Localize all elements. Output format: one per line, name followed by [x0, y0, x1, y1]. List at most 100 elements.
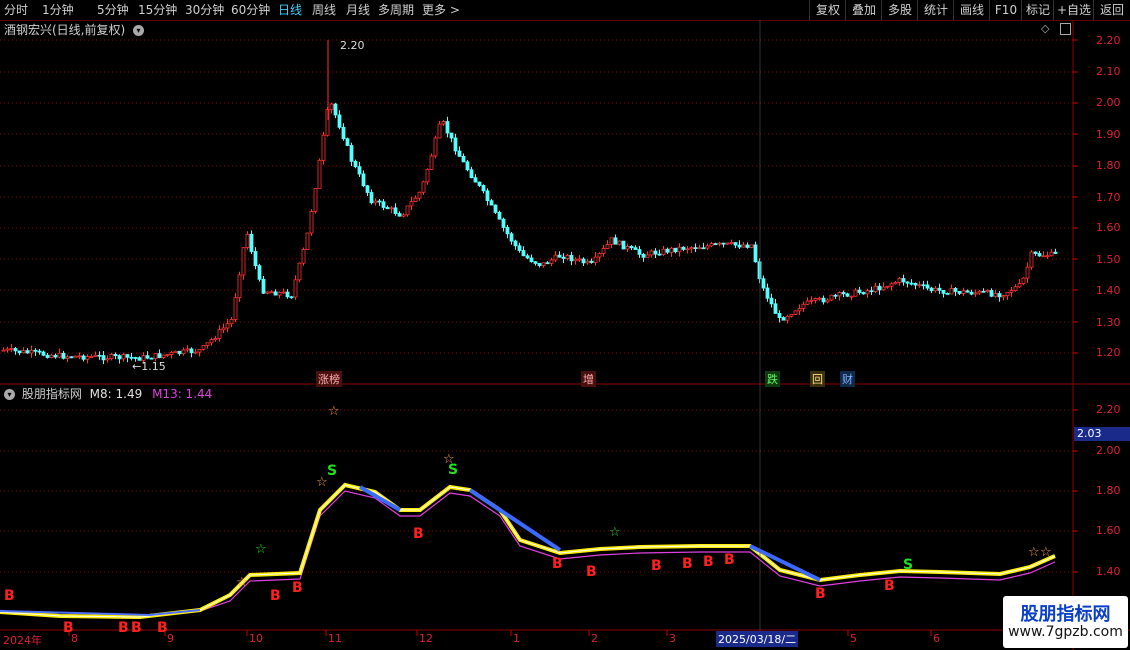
- runner-icon: ☆: [236, 575, 248, 590]
- sell-signal: S: [903, 557, 914, 573]
- candle-body: [265, 291, 270, 294]
- candle-body: [1041, 255, 1046, 258]
- candle-body: [785, 315, 790, 321]
- x-tick: 6: [933, 632, 940, 645]
- candle-body: [429, 155, 434, 170]
- candle-body: [453, 137, 458, 152]
- candle-body: [961, 290, 966, 294]
- candle-body: [289, 296, 294, 299]
- candle-body: [1049, 251, 1054, 257]
- candle-body: [641, 253, 646, 258]
- candle-body: [773, 303, 778, 314]
- candle-body: [613, 237, 618, 245]
- event-marker[interactable]: 增: [581, 371, 596, 387]
- candle-body: [733, 242, 738, 246]
- candle-body: [9, 348, 14, 350]
- candle-body: [169, 351, 174, 355]
- candle-body: [689, 247, 694, 250]
- event-marker[interactable]: 涨榜: [316, 371, 342, 387]
- candle-body: [909, 282, 914, 285]
- candle-body: [725, 242, 730, 245]
- candle-body: [577, 258, 582, 261]
- candle-body: [277, 291, 282, 296]
- candle-body: [121, 354, 126, 360]
- candle-body: [565, 254, 570, 259]
- candle-body: [477, 181, 482, 186]
- candle-body: [233, 297, 238, 320]
- candle-body: [249, 233, 254, 252]
- x-tick: 8: [71, 632, 78, 645]
- candle-body: [201, 345, 206, 350]
- event-marker[interactable]: 回: [810, 371, 825, 387]
- candle-body: [185, 348, 190, 351]
- candle-body: [353, 160, 358, 168]
- candle-body: [717, 242, 722, 245]
- candle-body: [1025, 266, 1030, 279]
- candle-body: [1017, 283, 1022, 288]
- candle-body: [81, 355, 86, 360]
- candle-body: [645, 254, 650, 258]
- candle-body: [509, 233, 514, 242]
- candle-body: [1053, 251, 1058, 254]
- candle-body: [649, 250, 654, 256]
- candle-body: [553, 254, 558, 261]
- candle-body: [377, 200, 382, 203]
- candle-body: [317, 159, 322, 189]
- candle-body: [269, 291, 274, 294]
- candle-body: [941, 289, 946, 294]
- candle-body: [465, 161, 470, 171]
- candle-body: [833, 294, 838, 297]
- candle-body: [729, 242, 734, 244]
- candle-body: [925, 284, 930, 289]
- event-marker[interactable]: 跌: [765, 371, 780, 387]
- candle-body: [953, 288, 958, 292]
- candle-body: [213, 338, 218, 341]
- event-marker[interactable]: 财: [840, 371, 855, 387]
- candle-body: [929, 287, 934, 292]
- candle-body: [589, 260, 594, 263]
- candle-body: [789, 313, 794, 317]
- candle-body: [817, 297, 822, 300]
- candle-body: [349, 145, 354, 162]
- candle-body: [617, 240, 622, 245]
- buy-signal: B: [884, 578, 895, 594]
- candle-body: [29, 349, 34, 354]
- candle-body: [757, 261, 762, 280]
- candle-body: [897, 278, 902, 283]
- candle-body: [61, 352, 66, 359]
- runner-icon: ☆: [1040, 545, 1052, 560]
- candle-body: [845, 293, 850, 297]
- x-tick: 5: [850, 632, 857, 645]
- candle-body: [601, 248, 606, 254]
- candle-body: [205, 342, 210, 346]
- candle-body: [557, 254, 562, 258]
- candle-body: [85, 356, 90, 360]
- buy-signal: B: [682, 556, 693, 572]
- candle-body: [805, 300, 810, 305]
- candle-body: [681, 246, 686, 250]
- buy-signal: B: [724, 552, 735, 568]
- candle-body: [945, 292, 950, 295]
- x-tick: 11: [328, 632, 342, 645]
- candle-body: [53, 354, 58, 358]
- candle-body: [341, 126, 346, 140]
- candle-body: [1021, 277, 1026, 284]
- buy-signal: B: [651, 558, 662, 574]
- candle-body: [305, 232, 310, 250]
- candle-body: [37, 350, 42, 353]
- sell-signal: S: [448, 462, 459, 478]
- candle-body: [629, 245, 634, 249]
- candle-body: [541, 262, 546, 266]
- candle-body: [449, 132, 454, 139]
- candle-body: [673, 247, 678, 253]
- x-tick: 9: [167, 632, 174, 645]
- candle-body: [765, 287, 770, 299]
- candle-body: [861, 292, 866, 295]
- candle-body: [5, 348, 10, 351]
- buy-signal: B: [815, 586, 826, 602]
- candle-body: [437, 123, 442, 139]
- candle-body: [569, 254, 574, 262]
- candle-body: [57, 352, 62, 358]
- candle-body: [585, 260, 590, 264]
- candle-body: [301, 249, 306, 264]
